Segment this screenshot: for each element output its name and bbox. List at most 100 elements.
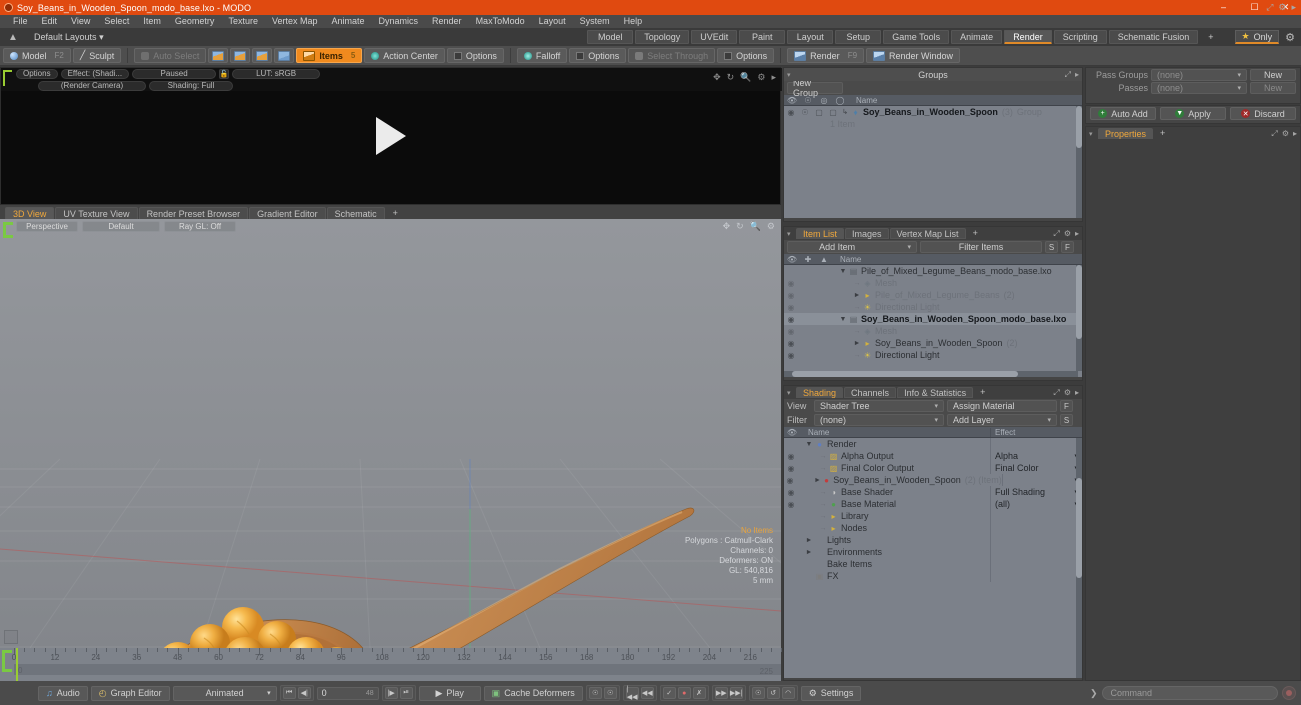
preview-shading-button[interactable]: Shading: Full bbox=[149, 81, 233, 91]
shader-expand-icon[interactable]: → bbox=[818, 453, 828, 460]
panel-collapse-icon[interactable]: ▾ bbox=[787, 71, 791, 79]
go-to-end-icon[interactable]: ⏯ bbox=[399, 687, 413, 699]
shader-visibility-icon[interactable]: ◉ bbox=[784, 464, 798, 473]
item-list-row[interactable]: ◉ → ☀ Directional Light bbox=[784, 349, 1082, 361]
shader-tree-row[interactable]: Bake Items bbox=[784, 558, 1082, 570]
shader-tree-row[interactable]: ▣ FX bbox=[784, 570, 1082, 582]
shader-visibility-icon[interactable]: ◉ bbox=[784, 452, 798, 461]
item-list-horizontal-scrollbar[interactable] bbox=[784, 371, 1078, 377]
graph-editor-button[interactable]: ◴ Graph Editor bbox=[90, 685, 170, 701]
viewport-tab-gradient-editor[interactable]: Gradient Editor bbox=[249, 207, 326, 219]
visibility-toggle-icon[interactable]: ◉ bbox=[784, 351, 798, 360]
passes-dropdown[interactable]: (none) ▾ bbox=[1151, 81, 1247, 94]
item-list-row[interactable]: ◉ ► ▸ Pile_of_Mixed_Legume_Beans (2) bbox=[784, 289, 1082, 301]
discard-button[interactable]: ✕ Discard bbox=[1230, 107, 1296, 120]
shading-s-button[interactable]: S bbox=[1060, 414, 1073, 426]
record-key-icon[interactable]: ● bbox=[677, 687, 691, 699]
shader-expand-icon[interactable]: ▼ bbox=[804, 441, 814, 448]
panel-collapse-icon-3[interactable]: ▾ bbox=[787, 389, 791, 397]
menu-item-dynamics[interactable]: Dynamics bbox=[372, 15, 426, 28]
menu-item-view[interactable]: View bbox=[64, 15, 97, 28]
model-mode-button[interactable]: Model F2 bbox=[3, 48, 71, 63]
pane-options-icon[interactable]: ⚙ bbox=[757, 72, 765, 83]
shader-expand-icon[interactable]: ► bbox=[804, 537, 814, 544]
shading-tab-channels[interactable]: Channels bbox=[844, 387, 897, 398]
play-icon[interactable] bbox=[375, 117, 406, 155]
panel-collapse-icon-2[interactable]: ▾ bbox=[787, 230, 791, 238]
layout-tab-scripting[interactable]: Scripting bbox=[1053, 30, 1107, 44]
play-button[interactable]: ▶ Play bbox=[418, 685, 481, 701]
preview-effect-button[interactable]: Effect: (Shadi... bbox=[60, 69, 130, 79]
shading-tab-shading[interactable]: Shading bbox=[796, 387, 844, 398]
select-through-options-button[interactable]: Options bbox=[717, 48, 775, 63]
render-button[interactable]: Render F9 bbox=[787, 48, 865, 63]
preview-paused-button[interactable]: Paused bbox=[132, 69, 217, 79]
visibility-toggle-icon[interactable]: ◉ bbox=[784, 327, 798, 336]
item-list-gear-icon[interactable]: ⚙ bbox=[1064, 229, 1071, 239]
layout-tab-paint[interactable]: Paint bbox=[739, 30, 786, 44]
material-mode-button[interactable] bbox=[274, 48, 295, 63]
viewport-tab-3d-view[interactable]: 3D View bbox=[5, 207, 55, 219]
delete-key-icon[interactable]: ✗ bbox=[692, 687, 706, 699]
shader-tree-vertical-scrollbar[interactable] bbox=[1076, 438, 1082, 678]
layout-tab-setup[interactable]: Setup bbox=[835, 30, 882, 44]
item-list-row[interactable]: ◉ ▼ ▤ Soy_Beans_in_Wooden_Spoon_modo_base.l… bbox=[784, 313, 1082, 325]
add-key-icon[interactable]: ✓ bbox=[662, 687, 676, 699]
maximize-pane-icon[interactable]: ⤢ bbox=[1271, 129, 1277, 139]
key-loop-icon[interactable]: ↺ bbox=[766, 687, 780, 699]
action-center-button[interactable]: Action Center bbox=[364, 48, 445, 63]
shader-tree-dropdown[interactable]: Shader Tree ▾ bbox=[814, 400, 944, 412]
record-icon[interactable] bbox=[1282, 686, 1296, 700]
shader-expand-icon[interactable]: ► bbox=[804, 549, 814, 556]
item-list-tab-vertex-map-list[interactable]: Vertex Map List bbox=[889, 228, 966, 239]
menu-item-file[interactable]: File bbox=[6, 15, 35, 28]
step-forward-icon[interactable]: |▶ bbox=[384, 687, 398, 699]
settings-button[interactable]: ⚙ Settings bbox=[800, 685, 862, 701]
add-item-list-tab[interactable]: + bbox=[967, 228, 984, 239]
shader-tree-row[interactable]: ◉ ►● Soy_Beans_in_Wooden_Spoon(2) (Item)▾ bbox=[784, 474, 1082, 486]
menu-item-geometry[interactable]: Geometry bbox=[168, 15, 222, 28]
shader-effect-cell[interactable]: Full Shading▾ bbox=[990, 486, 1082, 498]
timeline-playhead[interactable] bbox=[16, 648, 18, 681]
item-list-row[interactable]: ▼ ▤ Pile_of_Mixed_Legume_Beans_modo_base.l… bbox=[784, 265, 1082, 277]
menu-item-edit[interactable]: Edit bbox=[35, 15, 65, 28]
falloff-options-button[interactable]: Options bbox=[569, 48, 627, 63]
shader-tree-row[interactable]: ◉ →▨Alpha Output Alpha▾ bbox=[784, 450, 1082, 462]
row-expand-icon[interactable]: ► bbox=[852, 292, 862, 299]
shader-visibility-icon[interactable]: ◉ bbox=[784, 488, 798, 497]
shader-expand-icon[interactable]: → bbox=[818, 501, 828, 508]
new-pass-button[interactable]: New bbox=[1250, 81, 1296, 94]
preview-options-button[interactable]: Options bbox=[16, 69, 58, 79]
default-layouts-dropdown[interactable]: Default Layouts ▾ bbox=[28, 30, 110, 45]
panel-collapse-icon-4[interactable]: ▾ bbox=[1089, 130, 1093, 138]
gear-icon[interactable]: ⚙ bbox=[1285, 31, 1295, 44]
visibility-toggle-icon[interactable]: ◉ bbox=[784, 303, 798, 312]
preview-camera-button[interactable]: (Render Camera) bbox=[38, 81, 146, 91]
viewport-raytrace-button[interactable]: Ray GL: Off bbox=[164, 221, 236, 232]
menu-item-item[interactable]: Item bbox=[136, 15, 168, 28]
shader-expand-icon[interactable]: → bbox=[818, 489, 828, 496]
row-expand-icon[interactable]: ▼ bbox=[838, 268, 848, 275]
step-back-icon[interactable]: ◀| bbox=[297, 687, 311, 699]
panel-caret-icon[interactable]: ▸ bbox=[1075, 70, 1079, 80]
cache-deformers-button[interactable]: ▣ Cache Deformers bbox=[483, 685, 583, 701]
shader-effect-cell[interactable]: (all)▾ bbox=[990, 498, 1082, 510]
menu-item-render[interactable]: Render bbox=[425, 15, 469, 28]
zoom-pane-icon[interactable]: 🔍 bbox=[740, 72, 751, 83]
items-mode-button[interactable]: Items 5 bbox=[296, 48, 363, 63]
row-expand-icon[interactable]: → bbox=[852, 304, 862, 311]
layout-tab-animate[interactable]: Animate bbox=[951, 30, 1003, 44]
current-frame-field[interactable]: 0 48 bbox=[316, 686, 379, 700]
preview-lut-button[interactable]: LUT: sRGB bbox=[232, 69, 321, 79]
go-to-start-icon[interactable]: ⏮ bbox=[282, 687, 296, 699]
layout-tab-game-tools[interactable]: Game Tools bbox=[883, 30, 950, 44]
viewport-settings-icon[interactable]: ⚙ bbox=[767, 221, 775, 232]
viewport-view-mode-button[interactable]: Perspective bbox=[16, 221, 78, 232]
row-expand-icon[interactable]: → bbox=[852, 328, 862, 335]
auto-select-button[interactable]: Auto Select bbox=[134, 48, 207, 63]
groups-subrow[interactable]: 1 Item bbox=[784, 118, 1082, 130]
layout-tab-model[interactable]: Model bbox=[587, 30, 634, 44]
shader-expand-icon[interactable]: ► bbox=[813, 477, 822, 484]
add-properties-tab[interactable]: + bbox=[1154, 128, 1171, 139]
properties-gear-icon[interactable]: ⚙ bbox=[1282, 129, 1289, 139]
